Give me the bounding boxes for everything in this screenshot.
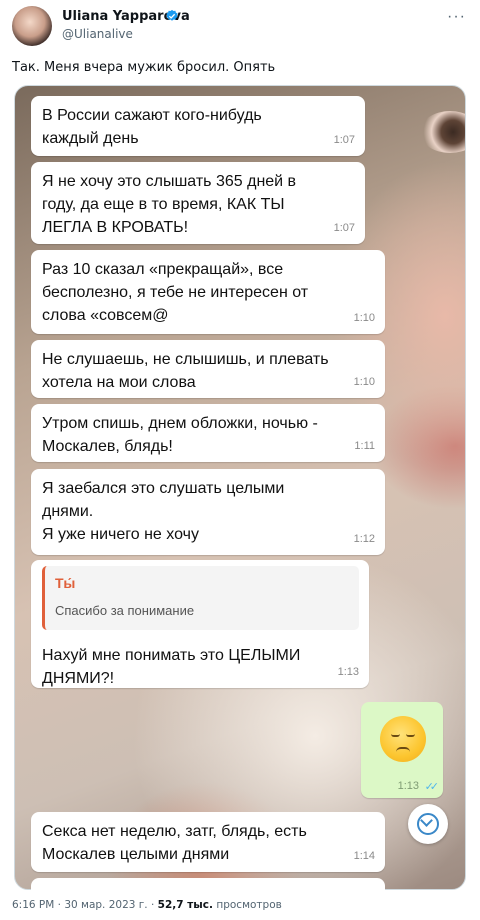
chat-message: Я заебался это слушать целыми днями. Я у… (31, 469, 385, 555)
outgoing-message: 1:13 ✓✓ (361, 702, 443, 798)
chat-message: Не слушаешь, не слышишь, и плевать хотел… (31, 340, 385, 398)
chat-message-reply: Ты́ Спасибо за понимание Нахуй мне поним… (31, 560, 369, 688)
message-text: Раз 10 сказал «прекращай», все бесполезн… (42, 261, 309, 324)
quoted-message[interactable]: Ты́ Спасибо за понимание (42, 566, 359, 630)
verified-badge-icon (166, 9, 178, 21)
tweet-header: Uliana Yapparova @Ulianalive ··· (0, 0, 480, 52)
message-text: Секса нет неделю, затг, блядь, есть Моск… (42, 823, 307, 863)
chat-message: Раз 10 сказал «прекращай», все бесполезн… (31, 250, 385, 334)
message-text: В России сажают кого-нибудь каждый день (42, 107, 262, 147)
chat-message: Я не хочу это слышать 365 дней в году, д… (31, 162, 365, 244)
quoted-text: Спасибо за понимание (55, 603, 195, 618)
chat-message-partial (31, 878, 385, 898)
message-time: 1:13 (397, 780, 419, 792)
message-time: 1:07 (333, 222, 355, 234)
background-photo-eye (420, 111, 465, 153)
read-ticks-icon: ✓✓ (424, 781, 440, 793)
message-time: 1:12 (353, 533, 375, 545)
tweet-timestamp[interactable]: 6:16 PM · 30 мар. 2023 г. · (12, 899, 158, 911)
message-time: 1:14 (353, 850, 375, 862)
message-time: 1:10 (353, 312, 375, 324)
message-time: 1:10 (353, 376, 375, 388)
scroll-down-button[interactable] (408, 804, 448, 844)
message-time: 1:07 (333, 134, 355, 146)
message-time: 1:11 (354, 440, 375, 452)
message-text: Я заебался это слушать целыми днями. Я у… (42, 480, 285, 543)
chat-message: В России сажают кого-нибудь каждый день … (31, 96, 365, 156)
pensive-face-icon (380, 716, 426, 762)
more-options-icon[interactable]: ··· (447, 8, 466, 26)
tweet-text: Так. Меня вчера мужик бросил. Опять (12, 60, 276, 75)
tweet-meta: 6:16 PM · 30 мар. 2023 г. · 52,7 тыс. пр… (12, 899, 282, 911)
message-text: Нахуй мне понимать это ЦЕЛЫМИ ДНЯМИ?! (42, 647, 301, 687)
quoted-author: Ты́ (55, 575, 76, 591)
message-text: Я не хочу это слышать 365 дней в году, д… (42, 173, 297, 236)
message-text: Не слушаешь, не слышишь, и плевать хотел… (42, 351, 329, 391)
message-time: 1:13 (337, 666, 359, 678)
avatar[interactable] (12, 6, 52, 46)
chat-message: Секса нет неделю, затг, блядь, есть Моск… (31, 812, 385, 872)
author-handle[interactable]: @Ulianalive (62, 27, 133, 41)
message-text: Утром спишь, днем обложки, ночью - Моска… (42, 415, 318, 455)
view-count: 52,7 тыс. (157, 899, 214, 911)
views-label: просмотров (213, 899, 282, 911)
chat-message: Утром спишь, днем обложки, ночью - Моска… (31, 404, 385, 462)
